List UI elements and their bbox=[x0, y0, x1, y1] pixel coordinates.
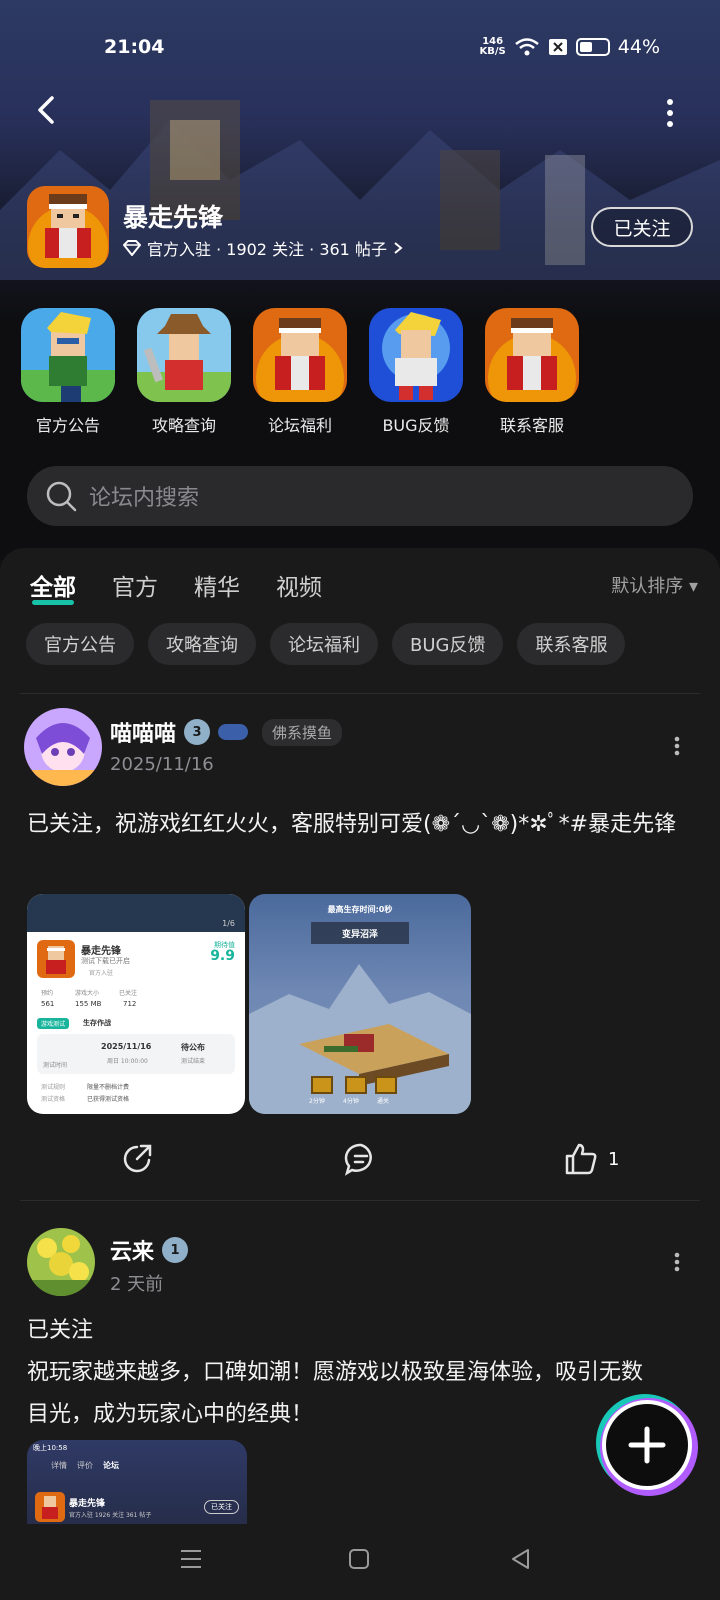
post-image[interactable]: 1/6 暴走先锋 测试下载已开启 官方入驻 期待值 9.9 预约 561 游戏大… bbox=[27, 894, 245, 1114]
post-date: 2 天前 bbox=[110, 1274, 164, 1295]
avatar[interactable] bbox=[27, 1228, 95, 1296]
search-placeholder: 论坛内搜索 bbox=[89, 486, 200, 511]
home-icon[interactable] bbox=[346, 1546, 372, 1572]
hero-blond-blue-icon bbox=[369, 308, 463, 402]
post-date: 2025/11/16 bbox=[110, 754, 214, 775]
hero-headband-icon bbox=[27, 186, 109, 268]
hero-headband-icon bbox=[37, 940, 75, 978]
divider bbox=[20, 693, 700, 694]
level-badge: 3 bbox=[184, 719, 211, 745]
shortcut-row: 官方公告 攻略查询 论坛福利 BUG反馈 联系客服 bbox=[20, 308, 580, 436]
shortcut-announcements[interactable]: 官方公告 bbox=[20, 308, 116, 436]
comment-icon bbox=[344, 1143, 372, 1176]
wifi-icon bbox=[514, 38, 539, 56]
chip-announcements[interactable]: 官方公告 bbox=[26, 623, 134, 665]
share-icon bbox=[123, 1144, 152, 1173]
chest-icon bbox=[345, 1076, 367, 1094]
network-speed: 146 KB/S bbox=[479, 36, 506, 57]
medal-icon bbox=[218, 724, 249, 740]
chip-welfare[interactable]: 论坛福利 bbox=[270, 623, 378, 665]
post-more-icon[interactable] bbox=[672, 1252, 682, 1272]
sim-off-icon bbox=[548, 39, 567, 55]
game-icon[interactable] bbox=[27, 186, 109, 268]
diamond-icon bbox=[123, 240, 141, 256]
tab-featured[interactable]: 精华 bbox=[194, 568, 240, 602]
post-image[interactable]: 晚上10:58 详情 评价 论坛 暴走先锋 官方入驻 1926 关注 361 帖… bbox=[27, 1440, 247, 1530]
new-post-button[interactable] bbox=[602, 1400, 692, 1490]
thumbs-up-icon bbox=[565, 1143, 597, 1175]
image-tabs: 详情 评价 论坛 bbox=[51, 1461, 119, 1470]
search-icon bbox=[46, 481, 77, 512]
follow-button[interactable]: 已关注 bbox=[591, 207, 693, 247]
user-tag: 佛系摸鱼 bbox=[262, 718, 343, 746]
comment-button[interactable] bbox=[344, 1142, 378, 1176]
feed-tabs: 全部 官方 精华 视频 bbox=[30, 568, 322, 605]
post-card: 云来 1 2 天前 已关注 祝玩家越来越多，口碑如潮！愿游戏以极致星海体验，吸引… bbox=[0, 1228, 720, 1530]
status-time: 21:04 bbox=[104, 36, 165, 58]
hero-headband-icon bbox=[485, 308, 579, 402]
chip-guides[interactable]: 攻略查询 bbox=[148, 623, 256, 665]
chest-icon bbox=[311, 1076, 333, 1094]
shortcut-label: 攻略查询 bbox=[151, 416, 216, 435]
post-actions: 1 bbox=[0, 1142, 720, 1182]
hero-headband-icon bbox=[253, 308, 347, 402]
battery-percent: 44% bbox=[617, 36, 660, 58]
post-more-icon[interactable] bbox=[672, 736, 682, 756]
hero-headband-icon bbox=[35, 1492, 65, 1522]
post-author[interactable]: 喵喵喵 3 佛系摸鱼 bbox=[110, 716, 343, 748]
shortcut-support[interactable]: 联系客服 bbox=[484, 308, 580, 436]
post-text[interactable]: 已关注 祝玩家越来越多，口碑如潮！愿游戏以极致星海体验，吸引无数目光，成为玩家心… bbox=[27, 1310, 695, 1436]
image-header-strip: 1/6 bbox=[27, 894, 245, 932]
shortcut-label: 官方公告 bbox=[35, 416, 100, 435]
shortcut-label: BUG反馈 bbox=[382, 416, 450, 435]
category-chips: 官方公告 攻略查询 论坛福利 BUG反馈 联系客服 bbox=[26, 623, 626, 665]
shortcut-guides[interactable]: 攻略查询 bbox=[136, 308, 232, 436]
chevron-right-icon bbox=[394, 242, 403, 254]
share-button[interactable] bbox=[120, 1142, 154, 1176]
system-navigation-bar bbox=[0, 1524, 720, 1600]
battery-icon bbox=[575, 38, 610, 56]
test-schedule-box: 测试时间 2025/11/16 周日 10:00:00 待公布 测试结束 bbox=[37, 1034, 235, 1074]
tab-all[interactable]: 全部 bbox=[30, 568, 76, 605]
shortcut-bug-report[interactable]: BUG反馈 bbox=[368, 308, 464, 436]
sort-dropdown[interactable]: 默认排序 ▾ bbox=[611, 572, 698, 598]
shortcut-label: 论坛福利 bbox=[267, 416, 332, 435]
post-image[interactable]: 最高生存时间:0秒 变异沼泽 2分钟 4分钟 通关 bbox=[249, 894, 471, 1114]
like-button[interactable]: 1 bbox=[564, 1142, 619, 1176]
chip-bug-report[interactable]: BUG反馈 bbox=[392, 623, 504, 665]
game-meta-text: 官方入驻 · 1902 关注 · 361 帖子 bbox=[147, 240, 387, 259]
back-triangle-icon[interactable] bbox=[508, 1546, 534, 1572]
menu-icon[interactable] bbox=[178, 1546, 204, 1572]
tab-video[interactable]: 视频 bbox=[276, 568, 322, 602]
game-meta[interactable]: 官方入驻 · 1902 关注 · 361 帖子 bbox=[123, 236, 403, 260]
back-arrow-icon[interactable] bbox=[30, 92, 66, 128]
plus-icon bbox=[628, 1426, 666, 1464]
post-text[interactable]: 已关注，祝游戏红红火火，客服特别可爱(❁´◡`❁)*✲ﾟ*#暴走先锋 bbox=[27, 804, 695, 846]
level-badge: 1 bbox=[162, 1237, 189, 1263]
tab-official[interactable]: 官方 bbox=[112, 568, 158, 602]
status-bar: 21:04 146 KB/S 44% bbox=[0, 34, 720, 64]
avatar[interactable] bbox=[24, 708, 102, 786]
post-card: 喵喵喵 3 佛系摸鱼 2025/11/16 已关注，祝游戏红红火火，客服特别可爱… bbox=[0, 708, 720, 1176]
author-name: 喵喵喵 bbox=[110, 722, 177, 747]
forum-search-input[interactable]: 论坛内搜索 bbox=[27, 466, 693, 526]
chip-support[interactable]: 联系客服 bbox=[517, 623, 626, 665]
shortcut-label: 联系客服 bbox=[499, 416, 564, 435]
post-author[interactable]: 云来 1 bbox=[110, 1234, 189, 1266]
hero-cowboy-icon bbox=[137, 308, 231, 402]
shortcut-welfare[interactable]: 论坛福利 bbox=[252, 308, 348, 436]
divider bbox=[20, 1200, 700, 1201]
hero-blond-icon bbox=[21, 308, 115, 402]
like-count: 1 bbox=[608, 1148, 620, 1170]
author-name: 云来 bbox=[110, 1240, 155, 1265]
more-options-icon[interactable] bbox=[664, 98, 676, 128]
game-title: 暴走先锋 bbox=[123, 203, 224, 232]
chest-icon bbox=[375, 1076, 397, 1094]
